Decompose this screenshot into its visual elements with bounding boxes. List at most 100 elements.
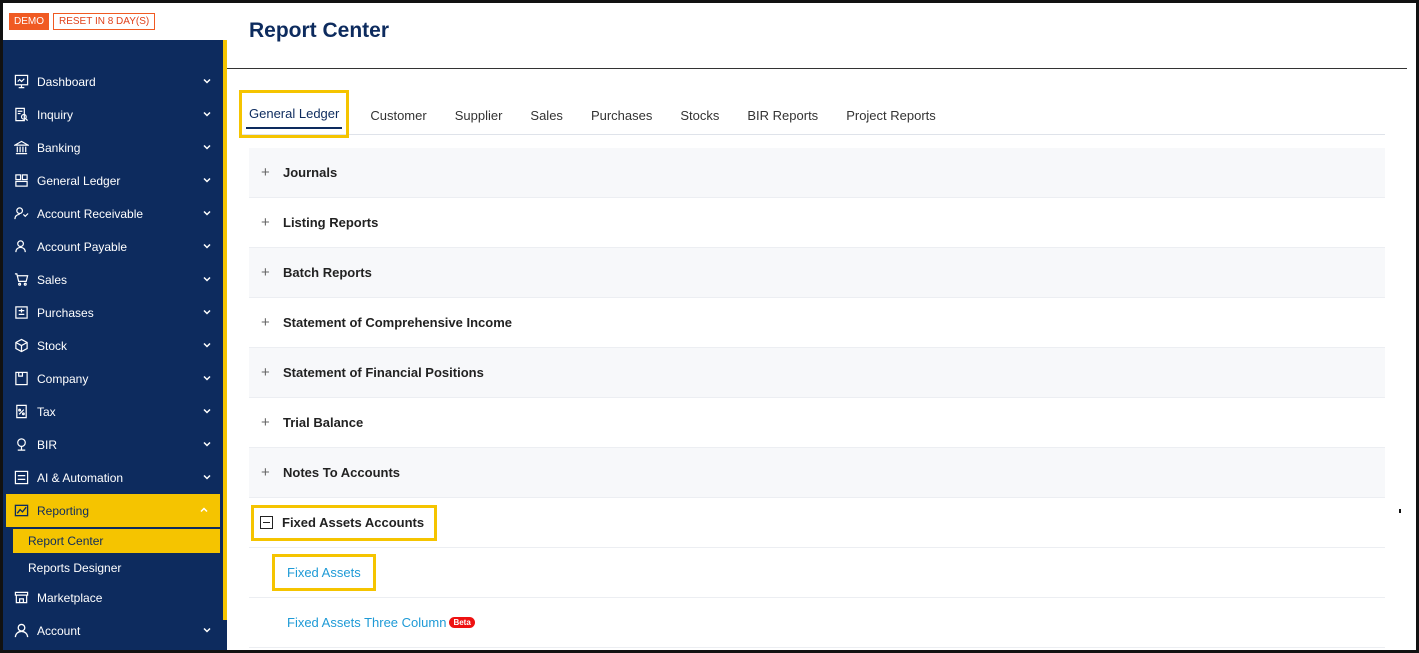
section-label: Notes To Accounts [283,465,401,480]
report-link-fixed-assets[interactable]: Fixed Assets [272,554,376,591]
report-link-row: Fixed Assets Three Column Beta [249,598,1385,648]
purchases-icon [13,305,29,321]
report-accordion: + Journals + Listing Reports + Batch Rep… [249,148,1385,648]
chevron-down-icon [203,408,211,414]
section-label: Listing Reports [283,215,379,230]
sidebar-item-label: Company [37,371,89,386]
plus-icon: + [261,464,270,481]
sidebar-item-label: Account [37,623,81,638]
section-open-highlight: Fixed Assets Accounts [251,504,438,541]
sidebar-item-stock[interactable]: Stock [3,329,223,362]
sidebar-item-ai-automation[interactable]: AI & Automation [3,461,223,494]
sidebar-item-reporting[interactable]: Reporting [6,494,220,527]
account-icon [13,623,29,639]
dashboard-icon [13,74,29,90]
section-trial-balance[interactable]: + Trial Balance [249,398,1385,448]
scrollbar[interactable] [1399,509,1401,513]
tab-bir-reports[interactable]: BIR Reports [733,97,832,135]
sidebar-item-account-receivable[interactable]: Account Receivable [3,197,223,230]
bank-icon [13,140,29,156]
inquiry-icon [13,107,29,123]
receivable-icon [13,206,29,222]
sidebar-item-inquiry[interactable]: Inquiry [3,98,223,131]
stock-icon [13,338,29,354]
section-fixed-assets-accounts[interactable]: Fixed Assets Accounts [249,498,1385,548]
chevron-down-icon [203,375,211,381]
sidebar-item-label: Account Receivable [37,206,144,221]
section-label: Statement of Financial Positions [283,365,484,380]
section-label: Trial Balance [283,415,364,430]
sidebar-item-label: Sales [37,272,68,287]
tab-supplier[interactable]: Supplier [441,97,517,135]
tax-icon [13,404,29,420]
chevron-down-icon [203,627,211,633]
reporting-icon [13,503,29,519]
sidebar-item-account-payable[interactable]: Account Payable [3,230,223,263]
minus-icon [260,516,273,529]
sidebar-item-tax[interactable]: Tax [3,395,223,428]
plus-icon: + [261,214,270,231]
sidebar-item-label: AI & Automation [37,470,124,485]
tab-general-ledger[interactable]: General Ledger [239,89,350,138]
chevron-down-icon [203,144,211,150]
report-link-row: Fixed Assets [249,548,1385,598]
tab-sales[interactable]: Sales [516,97,577,135]
tab-customer[interactable]: Customer [356,97,440,135]
beta-badge: Beta [449,617,475,628]
tab-stocks[interactable]: Stocks [666,97,733,135]
section-label: Statement of Comprehensive Income [283,315,512,330]
divider [227,68,1407,69]
sidebar-item-label: Reporting [37,503,90,518]
sidebar-item-label: General Ledger [37,173,121,188]
sidebar-sub-item-reports-designer[interactable]: Reports Designer [3,555,223,581]
sidebar-item-company[interactable]: Company [3,362,223,395]
chevron-down-icon [203,177,211,183]
sidebar-item-general-ledger[interactable]: General Ledger [3,164,223,197]
marketplace-icon [13,590,29,606]
sidebar-item-label: Marketplace [37,590,103,605]
chevron-up-icon [200,507,208,513]
reset-badge[interactable]: RESET IN 8 DAY(S) [53,13,156,30]
sidebar-sub-item-label: Report Center [28,534,104,548]
plus-icon: + [261,264,270,281]
tab-purchases[interactable]: Purchases [577,97,666,135]
plus-icon: + [261,314,270,331]
sidebar-item-bir[interactable]: BIR [3,428,223,461]
sidebar-item-sales[interactable]: Sales [3,263,223,296]
sidebar-item-account[interactable]: Account [3,614,223,647]
demo-badge: DEMO [9,13,49,30]
sidebar-item-label: Purchases [37,305,94,320]
chevron-down-icon [203,309,211,315]
section-statement-of-financial-positions[interactable]: + Statement of Financial Positions [249,348,1385,398]
report-link-fixed-assets-three-column[interactable]: Fixed Assets Three Column [287,615,446,630]
tab-project-reports[interactable]: Project Reports [832,97,950,135]
sidebar-item-dashboard[interactable]: Dashboard [3,65,223,98]
sidebar-item-label: Dashboard [37,74,96,89]
section-notes-to-accounts[interactable]: + Notes To Accounts [249,448,1385,498]
sidebar-item-label: Account Payable [37,239,128,254]
sidebar-item-label: Tax [37,404,56,419]
sidebar: DEMO RESET IN 8 DAY(S) Dashboard Inquiry… [3,3,227,650]
section-label: Fixed Assets Accounts [282,515,425,530]
sidebar-item-label: BIR [37,437,58,452]
sidebar-item-marketplace[interactable]: Marketplace [3,581,223,614]
sidebar-item-banking[interactable]: Banking [3,131,223,164]
section-label: Journals [283,165,338,180]
sidebar-item-purchases[interactable]: Purchases [3,296,223,329]
payable-icon [13,239,29,255]
company-icon [13,371,29,387]
chevron-down-icon [203,78,211,84]
sales-icon [13,272,29,288]
page-title: Report Center [249,19,390,42]
section-journals[interactable]: + Journals [249,148,1385,198]
chevron-down-icon [203,342,211,348]
sidebar-sub-item-report-center[interactable]: Report Center [13,529,220,553]
main-content: Report Center General Ledger Customer Su… [227,3,1407,650]
sidebar-item-label: Stock [37,338,68,353]
plus-icon: + [261,414,270,431]
sidebar-item-label: Banking [37,140,81,155]
section-listing-reports[interactable]: + Listing Reports [249,198,1385,248]
section-statement-of-comprehensive-income[interactable]: + Statement of Comprehensive Income [249,298,1385,348]
chevron-down-icon [203,474,211,480]
section-batch-reports[interactable]: + Batch Reports [249,248,1385,298]
